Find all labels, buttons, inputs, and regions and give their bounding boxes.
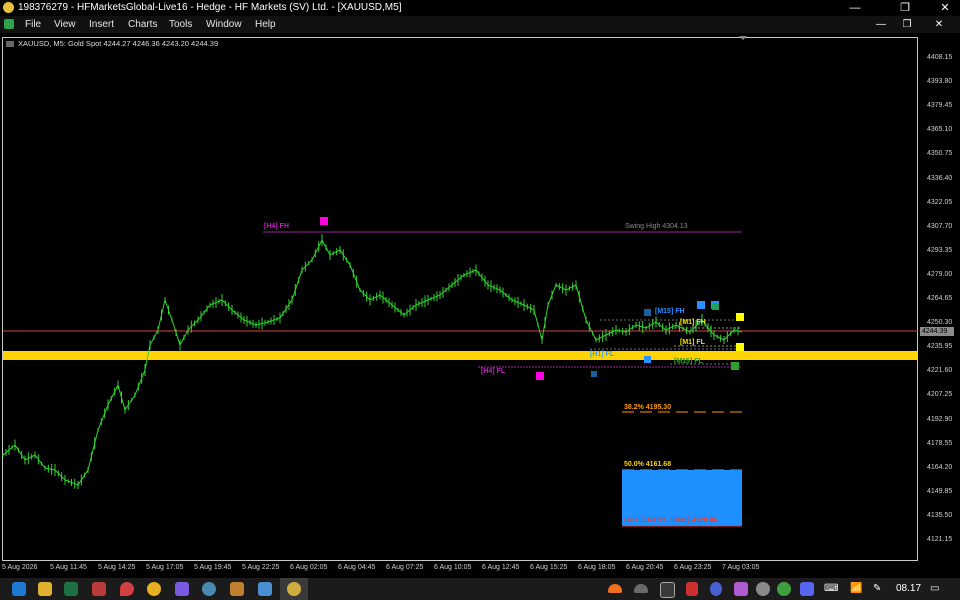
time-tick: 7 Aug 03:05 — [722, 564, 760, 571]
price-tick: 4192.90 — [927, 415, 953, 423]
time-tick: 6 Aug 23:25 — [674, 564, 712, 571]
time-tick: 5 Aug 11:45 — [50, 564, 87, 571]
fib-500-label: 50.0% 4161.68 — [624, 461, 672, 468]
current-price-label: 4244.39 — [920, 327, 954, 336]
time-tick: 6 Aug 20:45 — [626, 564, 664, 571]
time-tick: 5 Aug 17:05 — [146, 564, 184, 571]
time-tick: 5 Aug 22:25 — [242, 564, 280, 571]
time-tick: 6 Aug 07:25 — [386, 564, 424, 571]
entry-zone-label: BUY [ENTRY ZONE] 4128.06 — [624, 517, 718, 524]
taskbar: ⌨ 📶 ✎ 08.17 ▭ — [0, 578, 960, 600]
notes-icon[interactable] — [258, 582, 272, 596]
wifi-icon[interactable]: 📶 — [850, 583, 862, 594]
maps-icon[interactable] — [120, 582, 134, 596]
time-tick: 6 Aug 12:45 — [482, 564, 520, 571]
price-tick: 4264.65 — [927, 295, 953, 302]
h4-fl-label: [H4] FL — [481, 368, 506, 375]
price-tick: 4336.40 — [927, 174, 953, 182]
price-tick: 4293.35 — [927, 246, 953, 254]
h4-fh-label: [H4] FH — [264, 223, 289, 230]
time-tick: 6 Aug 02:05 — [290, 564, 328, 571]
price-tick: 4235.95 — [927, 343, 953, 351]
candle-series — [2, 234, 743, 489]
price-tick: 4135.50 — [927, 511, 953, 519]
price-line — [2, 238, 743, 486]
metatrader-icon[interactable] — [287, 582, 301, 596]
price-chart[interactable] — [0, 0, 960, 578]
m15-fh-label: [M15] FH — [655, 308, 685, 315]
notifications-icon[interactable]: ▭ — [930, 583, 939, 594]
price-tick: 4221.60 — [927, 367, 953, 375]
m15-low-marker-2 — [731, 362, 739, 370]
folder-red-icon[interactable] — [92, 582, 106, 596]
battery-icon[interactable] — [686, 582, 698, 596]
clock[interactable]: 08.17 — [896, 583, 921, 594]
swing-high-label: Swing High 4304.13 — [625, 223, 688, 230]
price-tick: 4207.25 — [927, 391, 953, 399]
m15-high-marker-3 — [644, 309, 651, 316]
time-tick: 5 Aug 14:25 — [98, 564, 136, 571]
time-tick: 6 Aug 18:05 — [578, 564, 616, 571]
time-tick: 6 Aug 15:25 — [530, 564, 568, 571]
price-tick: 4250.30 — [927, 319, 953, 327]
h4-low-marker — [536, 372, 544, 380]
time-tick: 6 Aug 04:45 — [338, 564, 376, 571]
price-tick: 4149.85 — [927, 487, 953, 495]
m15-fl-label: [M15] FL — [674, 358, 703, 365]
m1-fl-label: [M1] FL — [680, 339, 705, 346]
excel-icon[interactable] — [64, 582, 78, 596]
file-explorer-icon[interactable] — [38, 582, 52, 596]
price-tick: 4365.10 — [927, 126, 953, 134]
price-tick: 4408.15 — [927, 54, 953, 61]
h1-low-marker — [591, 371, 597, 377]
h4-high-marker — [320, 217, 328, 225]
m1-fh-label: [M1] FH — [680, 319, 706, 326]
onscreen-keyboard-icon[interactable]: ⌨ — [824, 583, 838, 594]
discord-icon[interactable] — [800, 582, 814, 596]
yellow-support-zone — [3, 351, 918, 360]
browser-icon[interactable] — [202, 582, 216, 596]
m1-high-marker — [736, 313, 744, 321]
m15-high-marker-4 — [712, 303, 719, 310]
pen-icon[interactable]: ✎ — [873, 583, 881, 594]
price-tick: 4322.05 — [927, 198, 953, 206]
app-icon[interactable] — [734, 582, 748, 596]
time-tick: 6 Aug 10:05 — [434, 564, 472, 571]
price-tick: 4393.80 — [927, 78, 953, 86]
windows-start-icon[interactable] — [12, 582, 26, 596]
wifi-status-icon[interactable] — [777, 582, 791, 596]
price-tick: 4279.00 — [927, 270, 953, 278]
time-tick: 5 Aug 2026 — [2, 564, 38, 571]
price-tick: 4121.15 — [927, 536, 953, 543]
chrome-icon[interactable] — [147, 582, 161, 596]
monitor-icon[interactable] — [660, 582, 675, 598]
onedrive-icon[interactable] — [634, 584, 648, 593]
chat-icon[interactable] — [710, 582, 722, 596]
archive-icon[interactable] — [230, 582, 244, 596]
fib-382-label: 38.2% 4195.30 — [624, 404, 672, 411]
h1-fl-label: [H1] FL — [590, 351, 615, 358]
m15-low-marker — [644, 356, 651, 363]
sync-icon[interactable] — [756, 582, 770, 596]
chart-shift-marker-icon[interactable] — [739, 36, 747, 40]
cloud-icon[interactable] — [608, 584, 622, 593]
m1-low-marker — [736, 343, 744, 351]
price-tick: 4178.55 — [927, 439, 953, 447]
m15-high-marker-1 — [697, 301, 705, 309]
price-tick: 4379.45 — [927, 102, 953, 110]
price-tick: 4350.75 — [927, 150, 953, 158]
price-tick: 4307.70 — [927, 222, 953, 230]
video-app-icon[interactable] — [175, 582, 189, 596]
price-tick: 4164.20 — [927, 463, 953, 471]
time-tick: 5 Aug 19:45 — [194, 564, 232, 571]
